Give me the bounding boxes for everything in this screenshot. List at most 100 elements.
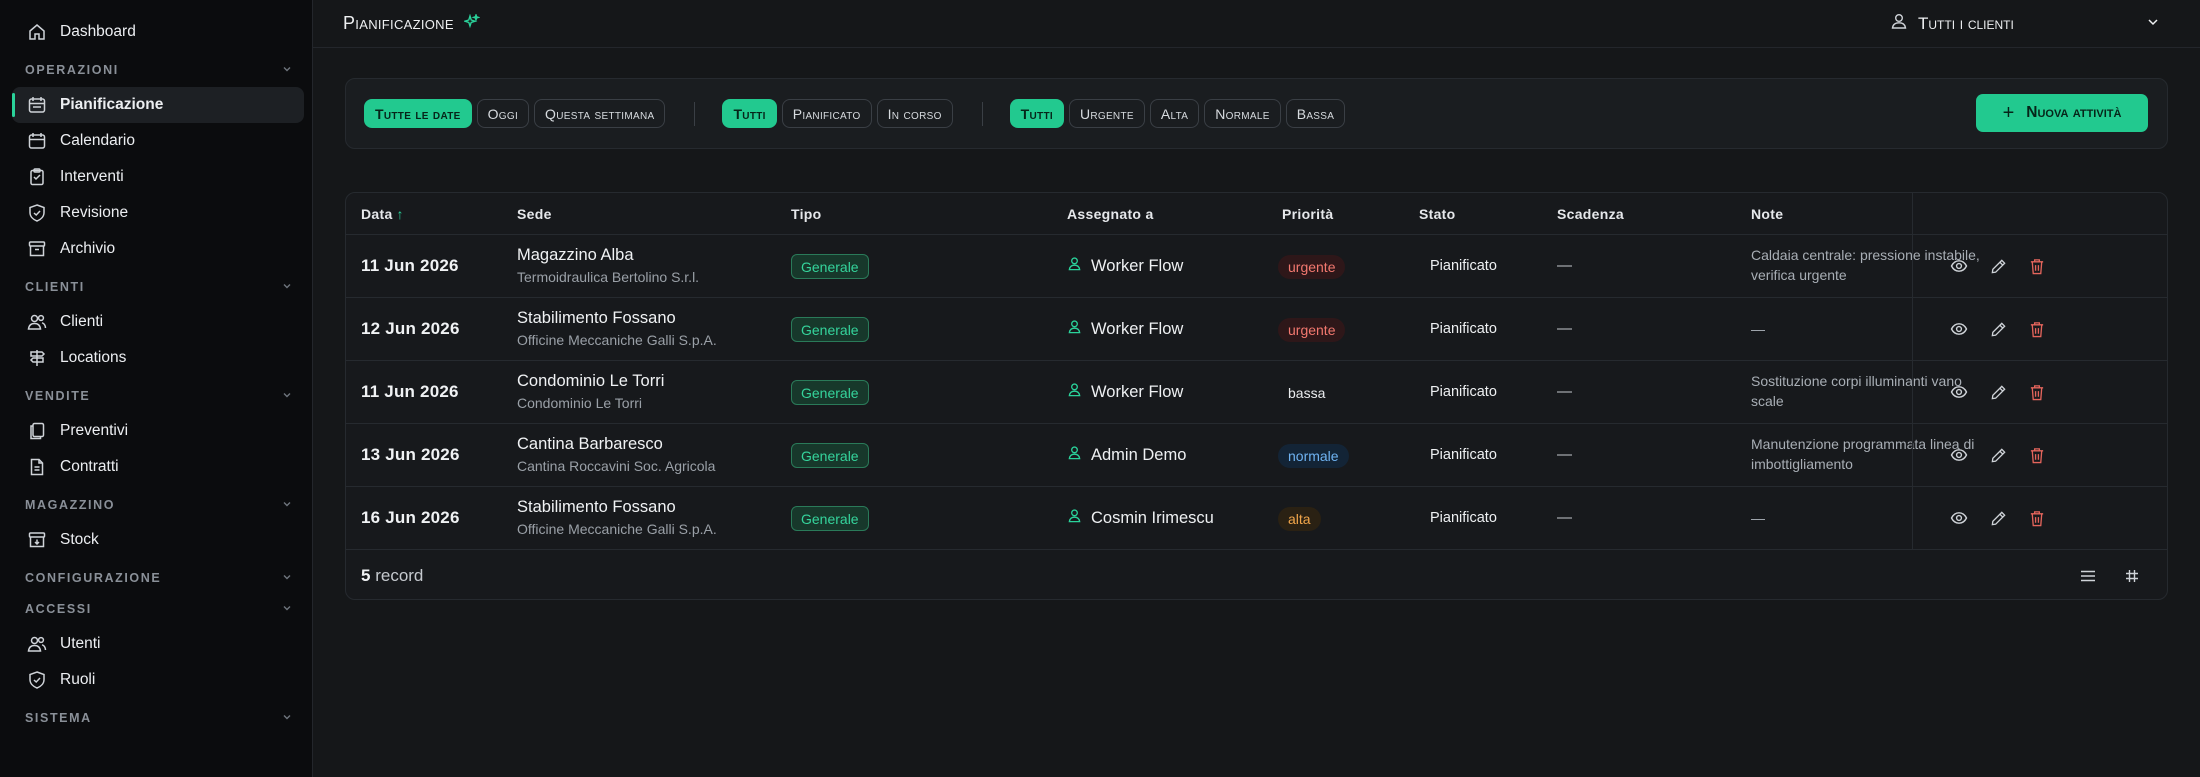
activities-table: Data ↑ Sede Tipo Assegnato a Priorità Sta… [345,192,2168,600]
section-title: Operazioni [25,63,119,77]
row-status: Pianificato [1430,258,1497,274]
column-header-scadenza[interactable]: Scadenza [1557,206,1624,222]
user-icon [1067,256,1082,276]
row-deadline: — [1557,257,1572,274]
trash-icon[interactable] [2028,320,2046,338]
eye-icon[interactable] [1950,383,1968,401]
sidebar-item-label: Archivio [60,240,116,257]
sidebar: Dashboard Operazioni Pianificazione Calenda… [0,0,313,777]
sidebar-section-clienti[interactable]: Clienti [25,276,292,298]
site-name: Cantina Barbaresco [517,435,663,453]
sidebar-item-pianificazione[interactable]: Pianificazione [12,87,304,123]
priority-badge: normale [1278,444,1349,468]
document-copy-icon [26,420,48,442]
type-badge: Generale [791,380,869,405]
filter-date-questa-settimana[interactable]: Questa settimana [534,99,666,128]
filter-priority-urgente[interactable]: Urgente [1068,99,1145,128]
filter-priority-normale[interactable]: Normale [1204,99,1281,128]
pencil-icon[interactable] [1989,446,2007,464]
trash-icon[interactable] [2028,257,2046,275]
sidebar-section-vendite[interactable]: Vendite [25,385,292,407]
sidebar-item-ruoli[interactable]: Ruoli [12,662,304,698]
table-row[interactable]: 16 Jun 2026 Stabilimento Fossano Officine … [346,487,2167,550]
filter-priority-tutti[interactable]: Tutti [1009,99,1064,128]
row-deadline: — [1557,509,1572,526]
sidebar-section-sistema[interactable]: Sistema [25,707,292,729]
table-row[interactable]: 12 Jun 2026 Stabilimento Fossano Officine … [346,298,2167,361]
sidebar-item-clienti[interactable]: Clienti [12,304,304,340]
sidebar-item-locations[interactable]: Locations [12,340,304,376]
new-activity-button[interactable]: + Nuova attività [1976,94,2148,132]
actions-divider [1912,424,1913,487]
trash-icon[interactable] [2028,509,2046,527]
chevron-down-icon [282,281,292,294]
grid-view-icon[interactable] [2122,567,2142,585]
site-company: Officine Meccaniche Galli S.p.A. [517,521,717,537]
list-view-icon[interactable] [2078,567,2098,585]
assignee-name: Admin Demo [1091,445,1187,464]
assignee-name: Worker Flow [1091,382,1184,401]
filter-date-tutte-le-date[interactable]: Tutte le date [364,99,472,128]
pencil-icon[interactable] [1989,383,2007,401]
sidebar-item-contratti[interactable]: Contratti [12,449,304,485]
row-assignee: Worker Flow [1067,319,1183,339]
filter-date-oggi[interactable]: Oggi [476,99,530,128]
row-site: Stabilimento Fossano Officine Meccaniche … [517,498,717,537]
sidebar-item-stock[interactable]: Stock [12,522,304,558]
eye-icon[interactable] [1950,257,1968,275]
filter-status-tutti[interactable]: Tutti [722,99,777,128]
eye-icon[interactable] [1950,446,1968,464]
eye-icon[interactable] [1950,320,1968,338]
column-header-note[interactable]: Note [1751,206,1783,222]
row-date: 11 Jun 2026 [361,382,459,401]
row-site: Stabilimento Fossano Officine Meccaniche … [517,309,717,348]
trash-icon[interactable] [2028,446,2046,464]
table-row[interactable]: 11 Jun 2026 Magazzino Alba Termoidraulica … [346,235,2167,298]
sidebar-item-utenti[interactable]: Utenti [12,626,304,662]
shield-check-icon [26,669,48,691]
column-header-data[interactable]: Data ↑ [361,206,404,222]
main-content: Pianificazione Tutti i clienti Tutte le … [313,0,2200,777]
filter-priority-bassa[interactable]: Bassa [1285,99,1346,128]
row-deadline: — [1557,446,1572,463]
home-icon [26,21,48,43]
sidebar-section-magazzino[interactable]: Magazzino [25,494,292,516]
filter-priority-alta[interactable]: Alta [1149,99,1200,128]
client-filter-select[interactable]: Tutti i clienti [1890,12,2160,35]
user-icon [1067,508,1082,528]
sidebar-item-interventi[interactable]: Interventi [12,159,304,195]
pencil-icon[interactable] [1989,257,2007,275]
sidebar-item-archivio[interactable]: Archivio [12,231,304,267]
user-icon [1067,319,1082,339]
sidebar-item-calendario[interactable]: Calendario [12,123,304,159]
row-status: Pianificato [1430,321,1497,337]
column-header-sede[interactable]: Sede [517,206,552,222]
table-row[interactable]: 11 Jun 2026 Condominio Le Torri Condominio… [346,361,2167,424]
column-header-assegnato[interactable]: Assegnato a [1067,206,1154,222]
column-header-priorita[interactable]: Priorità [1282,206,1333,222]
sidebar-item-dashboard[interactable]: Dashboard [12,14,304,50]
filter-status-in-corso[interactable]: In corso [876,99,953,128]
actions-divider [1912,235,1913,298]
calendar-plan-icon [26,94,48,116]
filter-status-pianificato[interactable]: Pianificato [781,99,872,128]
site-name: Magazzino Alba [517,246,634,264]
sidebar-item-preventivi[interactable]: Preventivi [12,413,304,449]
archive-box-icon [26,529,48,551]
sidebar-section-configurazione[interactable]: Configurazione [25,567,292,589]
filter-bar: Tutte le date Oggi Questa settimana Tutti Pi… [345,78,2168,149]
pencil-icon[interactable] [1989,320,2007,338]
pencil-icon[interactable] [1989,509,2007,527]
section-title: Configurazione [25,571,162,585]
sidebar-section-accessi[interactable]: Accessi [25,598,292,620]
table-row[interactable]: 13 Jun 2026 Cantina Barbaresco Cantina Roc… [346,424,2167,487]
user-icon [1067,445,1082,465]
sidebar-section-operazioni[interactable]: Operazioni [25,59,292,81]
sidebar-item-label: Calendario [60,132,135,149]
trash-icon[interactable] [2028,383,2046,401]
eye-icon[interactable] [1950,509,1968,527]
sidebar-item-revisione[interactable]: Revisione [12,195,304,231]
column-header-stato[interactable]: Stato [1419,206,1456,222]
section-title: Clienti [25,280,85,294]
column-header-tipo[interactable]: Tipo [791,206,822,222]
